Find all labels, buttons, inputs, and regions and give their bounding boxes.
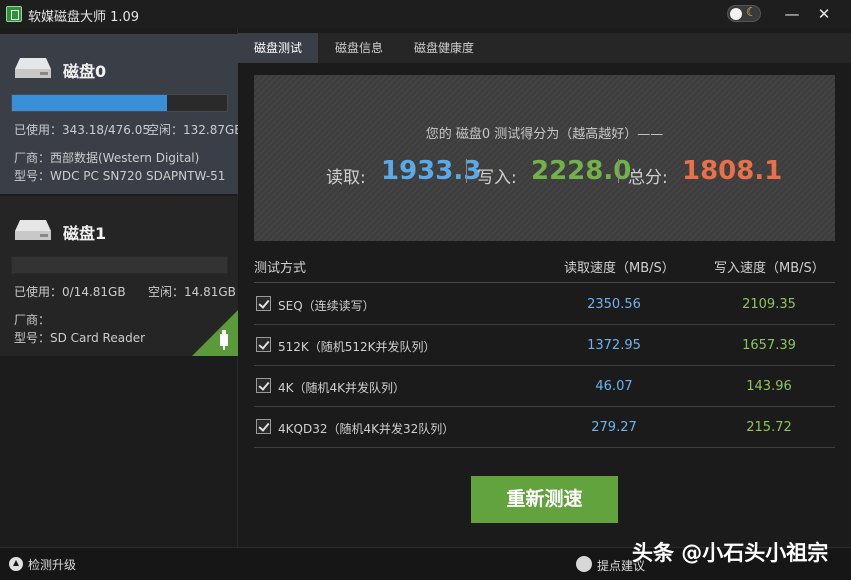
read-speed: 2350.56 — [587, 297, 641, 312]
tab-disk-test[interactable]: 磁盘测试 — [238, 33, 318, 63]
test-method-name: 4KQD32（随机4K并发32队列） — [278, 422, 455, 436]
read-speed: 1372.95 — [587, 338, 641, 353]
write-speed: 215.72 — [746, 420, 792, 435]
usb-icon — [192, 310, 238, 356]
disk-used-text: 已使用：0/14.81GB — [14, 285, 126, 299]
disk-free-text: 空闲：14.81GB — [148, 285, 236, 299]
write-score-value: 2228.0 — [531, 156, 632, 186]
write-score-label: 写入: — [477, 168, 517, 188]
hard-drive-icon — [15, 220, 51, 240]
total-score-value: 1808.1 — [682, 156, 783, 186]
window-title: 软媒磁盘大师 1.09 — [28, 10, 140, 25]
disk-card-0[interactable]: 磁盘0 已使用：343.18/476.05 空闲：132.87GB 厂商：西部数… — [0, 34, 243, 194]
disk-vendor: 厂商：西部数据(Western Digital) — [14, 151, 200, 165]
write-speed: 2109.35 — [742, 297, 796, 312]
toggle-knob — [730, 8, 742, 20]
check-update-link[interactable]: 检测升级 — [28, 556, 76, 573]
minimize-button[interactable]: — — [782, 4, 802, 24]
disk-usage-bar — [11, 94, 228, 112]
score-caption: 您的 磁盘0 测试得分为（越高越好）—— — [425, 127, 664, 142]
disk-usage-bar — [11, 256, 228, 274]
column-header-read: 读取速度（MB/S） — [564, 261, 675, 276]
table-row: 4KQD32（随机4K并发32队列） 279.27 215.72 — [254, 407, 835, 448]
column-header-method: 测试方式 — [254, 261, 307, 276]
score-row: 读取: 1933.3 写入: 2228.0 总分: 1808.1 — [254, 153, 835, 189]
table-row: 4K（随机4K并发队列） 46.07 143.96 — [254, 366, 835, 407]
test-checkbox[interactable] — [256, 378, 271, 393]
update-icon — [9, 557, 23, 571]
watermark: 头条 @小石头小祖宗 — [632, 541, 829, 565]
feedback-icon — [576, 556, 592, 572]
write-speed: 143.96 — [746, 379, 792, 394]
rerun-test-button[interactable]: 重新测速 — [471, 476, 618, 523]
disk-usage-stats: 已使用：343.18/476.05 空闲：132.87GB — [14, 121, 243, 138]
tab-bar: 磁盘测试 磁盘信息 磁盘健康度 — [238, 33, 851, 63]
write-speed: 1657.39 — [742, 338, 796, 353]
total-score-label: 总分: — [628, 168, 668, 188]
disk-free-text: 空闲：132.87GB — [147, 123, 243, 137]
disk-used-text: 已使用：343.18/476.05 — [14, 123, 151, 137]
disk-card-1[interactable]: 磁盘1 已使用：0/14.81GB 空闲：14.81GB 厂商： 型号：SD C… — [0, 196, 238, 356]
tab-disk-health[interactable]: 磁盘健康度 — [398, 33, 490, 63]
tab-disk-info[interactable]: 磁盘信息 — [322, 33, 396, 63]
test-checkbox[interactable] — [256, 419, 271, 434]
read-speed: 46.07 — [595, 379, 633, 394]
disk-model: 型号：WDC PC SN720 SDAPNTW-512G — [14, 169, 226, 183]
disk-vendor: 厂商： — [14, 313, 51, 327]
test-checkbox[interactable] — [256, 337, 271, 352]
disk-usage-fill — [12, 95, 167, 111]
table-row: SEQ（连续读写） 2350.56 2109.35 — [254, 284, 835, 325]
disk-sidebar: 磁盘0 已使用：343.18/476.05 空闲：132.87GB 厂商：西部数… — [0, 28, 243, 547]
disk-usage-stats: 已使用：0/14.81GB 空闲：14.81GB — [14, 283, 236, 300]
disk-name: 磁盘1 — [63, 224, 107, 243]
read-speed: 279.27 — [591, 420, 637, 435]
main-panel: 您的 磁盘0 测试得分为（越高越好）—— 读取: 1933.3 写入: 2228… — [238, 63, 851, 547]
moon-icon: ☾ — [746, 5, 757, 19]
score-separator — [466, 159, 467, 183]
theme-toggle[interactable]: ☾ — [727, 5, 761, 22]
hard-drive-icon — [15, 58, 51, 78]
test-method-name: SEQ（连续读写） — [278, 299, 375, 313]
table-row: 512K（随机512K并发队列） 1372.95 1657.39 — [254, 325, 835, 366]
test-method-name: 4K（随机4K并发队列） — [278, 381, 406, 395]
score-panel: 您的 磁盘0 测试得分为（越高越好）—— 读取: 1933.3 写入: 2228… — [254, 75, 835, 241]
app-logo-icon — [6, 6, 22, 22]
column-header-write: 写入速度（MB/S） — [714, 261, 825, 276]
title-bar: 软媒磁盘大师 1.09 ☾ — ✕ — [0, 0, 851, 28]
test-method-name: 512K（随机512K并发队列） — [278, 340, 436, 354]
read-score-label: 读取: — [326, 168, 366, 188]
score-separator — [618, 159, 619, 183]
results-table-header: 测试方式 读取速度（MB/S） 写入速度（MB/S） — [254, 255, 835, 283]
test-checkbox[interactable] — [256, 296, 271, 311]
disk-name: 磁盘0 — [63, 62, 107, 81]
close-button[interactable]: ✕ — [814, 4, 834, 24]
